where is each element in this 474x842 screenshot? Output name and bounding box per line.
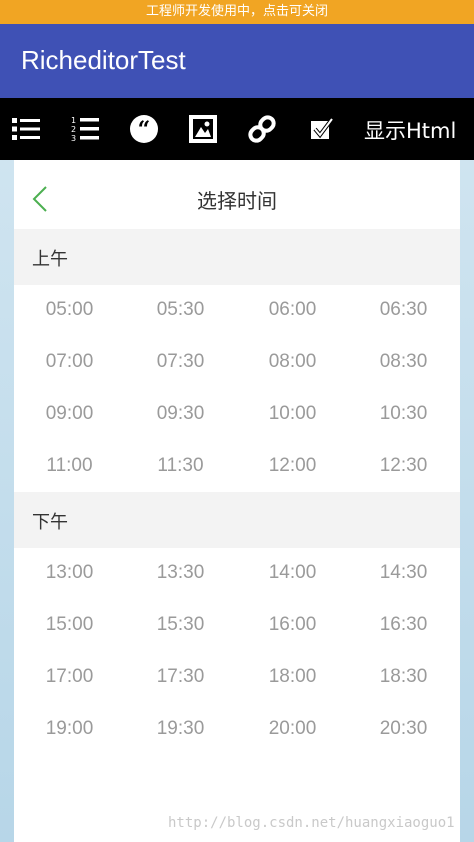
app-title: RicheditorTest bbox=[21, 45, 186, 75]
morning-label: 上午 bbox=[32, 249, 68, 270]
time-slot[interactable]: 17:30 bbox=[125, 666, 236, 688]
time-slot[interactable]: 14:00 bbox=[237, 562, 348, 584]
time-slot[interactable]: 05:00 bbox=[14, 299, 125, 321]
time-slot[interactable]: 13:00 bbox=[14, 562, 125, 584]
bullet-list-button[interactable] bbox=[9, 112, 43, 146]
time-slot[interactable]: 07:00 bbox=[14, 351, 125, 373]
time-slot[interactable]: 11:30 bbox=[125, 455, 236, 477]
time-slot[interactable]: 20:30 bbox=[348, 718, 459, 740]
checkbox-button[interactable] bbox=[305, 112, 339, 146]
morning-section-header: 上午 bbox=[14, 229, 460, 285]
app-bar: RicheditorTest bbox=[0, 24, 474, 98]
numbered-list-button[interactable]: 1 2 3 bbox=[68, 112, 102, 146]
time-slot[interactable]: 09:30 bbox=[125, 403, 236, 425]
numbered-list-icon: 1 2 3 bbox=[71, 116, 99, 142]
editor-toolbar: 1 2 3 “ 显示Html bbox=[0, 98, 474, 160]
time-slot[interactable]: 10:30 bbox=[348, 403, 459, 425]
time-slot[interactable]: 10:00 bbox=[237, 403, 348, 425]
time-slot[interactable]: 16:00 bbox=[237, 614, 348, 636]
time-slot[interactable]: 06:00 bbox=[237, 299, 348, 321]
show-html-button[interactable]: 显示Html bbox=[364, 114, 456, 148]
time-slot[interactable]: 12:00 bbox=[237, 455, 348, 477]
time-slot[interactable]: 08:00 bbox=[237, 351, 348, 373]
insert-image-button[interactable] bbox=[186, 112, 220, 146]
time-slot[interactable]: 19:30 bbox=[125, 718, 236, 740]
time-slot[interactable]: 05:30 bbox=[125, 299, 236, 321]
svg-text:1: 1 bbox=[71, 116, 76, 125]
developer-banner[interactable]: 工程师开发使用中，点击可关闭 bbox=[0, 0, 474, 24]
blockquote-button[interactable]: “ bbox=[127, 112, 161, 146]
bullet-list-icon bbox=[12, 118, 40, 140]
insert-link-icon bbox=[248, 115, 276, 143]
time-slot[interactable]: 18:00 bbox=[237, 666, 348, 688]
time-slot[interactable]: 11:00 bbox=[14, 455, 125, 477]
blockquote-icon: “ bbox=[130, 115, 158, 143]
time-slot[interactable]: 14:30 bbox=[348, 562, 459, 584]
time-slot[interactable]: 20:00 bbox=[237, 718, 348, 740]
checkbox-icon bbox=[311, 117, 334, 139]
svg-text:“: “ bbox=[138, 117, 151, 143]
time-slot[interactable]: 09:00 bbox=[14, 403, 125, 425]
time-slot[interactable]: 17:00 bbox=[14, 666, 125, 688]
status-bar-fragment bbox=[14, 160, 460, 169]
insert-link-button[interactable] bbox=[245, 112, 279, 146]
time-slot[interactable]: 13:30 bbox=[125, 562, 236, 584]
time-slot[interactable]: 07:30 bbox=[125, 351, 236, 373]
time-slot[interactable]: 08:30 bbox=[348, 351, 459, 373]
time-slot[interactable]: 12:30 bbox=[348, 455, 459, 477]
time-slot[interactable]: 06:30 bbox=[348, 299, 459, 321]
time-picker-sheet: 选择时间 上午 05:00 05:30 06:00 06:30 07:00 07:30 08… bbox=[14, 169, 460, 842]
time-slot[interactable]: 16:30 bbox=[348, 614, 459, 636]
picker-navbar: 选择时间 bbox=[14, 169, 460, 229]
time-slot[interactable]: 15:30 bbox=[125, 614, 236, 636]
afternoon-label: 下午 bbox=[32, 512, 68, 533]
svg-text:2: 2 bbox=[71, 125, 76, 134]
time-slot[interactable]: 18:30 bbox=[348, 666, 459, 688]
time-slot[interactable]: 15:00 bbox=[14, 614, 125, 636]
insert-image-icon bbox=[189, 115, 217, 143]
picker-title: 选择时间 bbox=[197, 189, 277, 213]
time-slot[interactable]: 19:00 bbox=[14, 718, 125, 740]
watermark: http://blog.csdn.net/huangxiaoguo1 bbox=[168, 815, 455, 831]
svg-text:3: 3 bbox=[71, 134, 76, 142]
afternoon-section-header: 下午 bbox=[14, 492, 460, 548]
